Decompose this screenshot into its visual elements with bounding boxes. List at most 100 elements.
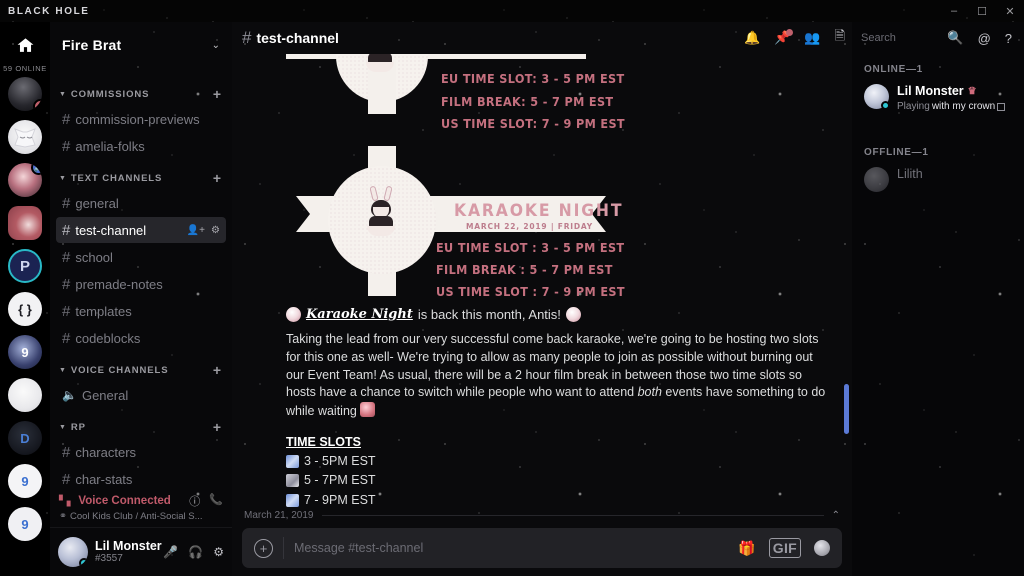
sidebar-item-test-channel[interactable]: # test-channel 👤+ ⚙ xyxy=(56,217,226,243)
member-name: Lil Monster xyxy=(897,84,964,98)
user-discriminator: #3557 xyxy=(95,553,123,565)
sidebar-item-codeblocks[interactable]: # codeblocks xyxy=(56,325,226,351)
channel-label: templates xyxy=(75,303,132,319)
invite-people-icon[interactable]: 👤+ xyxy=(187,225,205,236)
confetti-icon xyxy=(286,454,299,468)
voice-connected-label: Voice Connected xyxy=(78,495,171,507)
server-header[interactable]: Fire Brat ⌄ xyxy=(50,22,232,68)
member-row-lilith[interactable]: Lilith xyxy=(862,164,1014,200)
server-avatar-1[interactable]: 4 xyxy=(8,77,42,111)
date-label: March 21, 2019 xyxy=(244,509,314,521)
karaoke-flyer-image[interactable]: EU TIME SLOT: 3 - 5 PM EST FILM BREAK: 5… xyxy=(286,54,626,299)
sidebar-item-general[interactable]: # general xyxy=(56,190,226,216)
time-slot-row: 5 - 7PM EST xyxy=(286,471,834,490)
gif-button[interactable]: GIF xyxy=(768,538,801,558)
minimize-button[interactable]: – xyxy=(940,0,968,22)
close-button[interactable]: ✕ xyxy=(996,0,1024,22)
channel-label: general xyxy=(75,195,119,211)
server-initial: 9 xyxy=(21,473,29,489)
disconnect-call-icon[interactable]: 📞 xyxy=(209,493,223,509)
maximize-button[interactable]: ☐ xyxy=(968,0,996,22)
hash-icon: # xyxy=(62,194,71,212)
caret-down-icon: ▼ xyxy=(59,90,67,98)
server-avatar-4[interactable] xyxy=(8,206,42,240)
avatar[interactable] xyxy=(58,537,88,567)
category-rp[interactable]: ▼ RP + xyxy=(50,409,232,438)
server-avatar-5[interactable]: P xyxy=(8,249,42,283)
waiting-emoji-icon xyxy=(360,402,376,417)
channel-toolbar: 🔔 📌 👥 🗎 Search 🔍 @ ? xyxy=(732,22,1024,54)
message-scrollbar[interactable] xyxy=(844,384,849,434)
chat-area: # test-channel EU TIME SLOT: 3 - 5 PM ES… xyxy=(232,22,852,576)
message-composer[interactable]: + Message #test-channel 🎁 GIF xyxy=(242,528,842,568)
sidebar-item-commission-previews[interactable]: # commission-previews xyxy=(56,106,226,132)
inbox-icon[interactable]: 🗎 xyxy=(835,27,845,49)
flyer-mascot-top xyxy=(363,54,397,72)
server-avatar-7[interactable]: 9 xyxy=(8,335,42,369)
server-avatar-9[interactable]: D xyxy=(8,421,42,455)
category-label: RP xyxy=(70,421,86,433)
plus-icon[interactable]: + xyxy=(213,87,222,101)
sidebar-item-voice-general[interactable]: 🔈 General xyxy=(56,382,226,408)
members-icon[interactable]: 👥 xyxy=(804,30,820,46)
server-avatar-8[interactable] xyxy=(8,378,42,412)
member-row-lil-monster[interactable]: Lil Monster ♛ Playing with my crown xyxy=(862,81,1014,121)
magnifier-icon[interactable]: 🔍 xyxy=(947,30,963,46)
search-input[interactable]: Search xyxy=(861,32,933,44)
server-avatar-10[interactable]: 9 xyxy=(8,464,42,498)
server-avatar-3[interactable]: 🔊 xyxy=(8,163,42,197)
plus-icon[interactable]: + xyxy=(213,171,222,185)
message-list: EU TIME SLOT: 3 - 5 PM EST FILM BREAK: 5… xyxy=(232,54,852,514)
gift-icon[interactable]: 🎁 xyxy=(738,540,755,557)
server-avatar-6[interactable]: { } xyxy=(8,292,42,326)
hash-icon: # xyxy=(62,302,71,320)
at-mention-icon[interactable]: @ xyxy=(978,31,991,46)
emoji-icon[interactable] xyxy=(814,540,830,556)
message-content: Karaoke Night is back this month, Antis!… xyxy=(232,299,852,510)
chevron-down-icon: ⌄ xyxy=(211,39,220,51)
category-commissions[interactable]: ▼ COMMISSIONS + xyxy=(50,76,232,105)
bell-icon[interactable]: 🔔 xyxy=(744,30,760,46)
plus-icon[interactable]: + xyxy=(213,420,222,434)
headphones-icon[interactable]: 🎧 xyxy=(188,545,203,559)
info-icon[interactable]: ⓘ xyxy=(189,493,200,509)
toolbar-right-group: 🔍 @ ? xyxy=(947,30,1012,46)
caret-down-icon: ▼ xyxy=(59,174,67,182)
message-input[interactable]: Message #test-channel xyxy=(294,541,423,555)
film-icon xyxy=(286,474,299,488)
home-icon[interactable] xyxy=(8,28,42,62)
sidebar-item-amelia-folks[interactable]: # amelia-folks xyxy=(56,133,226,159)
member-info: Lil Monster ♛ Playing with my crown xyxy=(897,84,1006,113)
hash-icon: # xyxy=(62,248,71,266)
channel-label: school xyxy=(75,249,113,265)
category-voice-channels[interactable]: ▼ VOICE CHANNELS + xyxy=(50,352,232,381)
window-controls: – ☐ ✕ xyxy=(940,0,1024,22)
channel-settings-icon[interactable]: ⚙ xyxy=(211,225,220,236)
sidebar-item-characters[interactable]: # characters xyxy=(56,439,226,465)
sidebar-item-premade-notes[interactable]: # premade-notes xyxy=(56,271,226,297)
channel-actions: 👤+ ⚙ xyxy=(187,225,220,236)
jump-to-present-icon[interactable]: ⌃ xyxy=(832,510,840,521)
category-text-channels[interactable]: ▼ TEXT CHANNELS + xyxy=(50,160,232,189)
channel-label: amelia-folks xyxy=(75,138,145,154)
hash-icon: # xyxy=(62,221,71,239)
help-icon[interactable]: ? xyxy=(1005,31,1012,46)
plus-icon[interactable]: + xyxy=(213,363,222,377)
activity-glyph-icon xyxy=(997,102,1006,111)
microphone-icon[interactable]: 🎤 xyxy=(163,545,178,559)
server-avatar-2[interactable] xyxy=(8,120,42,154)
pin-icon[interactable]: 📌 xyxy=(774,29,794,46)
sidebar-item-school[interactable]: # school xyxy=(56,244,226,270)
upload-attachment-icon[interactable]: + xyxy=(254,538,273,558)
server-unread-badge: 4 xyxy=(33,99,42,111)
gear-icon[interactable]: ⚙ xyxy=(213,545,224,559)
server-avatar-11[interactable]: 9 xyxy=(8,507,42,541)
user-controls: 🎤 🎧 ⚙ xyxy=(163,545,224,559)
flyer-top-line-1: EU TIME SLOT: 3 - 5 PM EST xyxy=(441,71,625,86)
composer-divider xyxy=(283,537,284,559)
sidebar-item-templates[interactable]: # templates xyxy=(56,298,226,324)
voice-status-row: ▘▖ Voice Connected ⓘ 📞 xyxy=(59,493,223,509)
voice-connected-panel: ▘▖ Voice Connected ⓘ 📞 ⚭ Cool Kids Club … xyxy=(50,488,232,528)
online-count-label: 59 ONLINE xyxy=(3,64,47,73)
server-initial: 9 xyxy=(21,516,29,532)
